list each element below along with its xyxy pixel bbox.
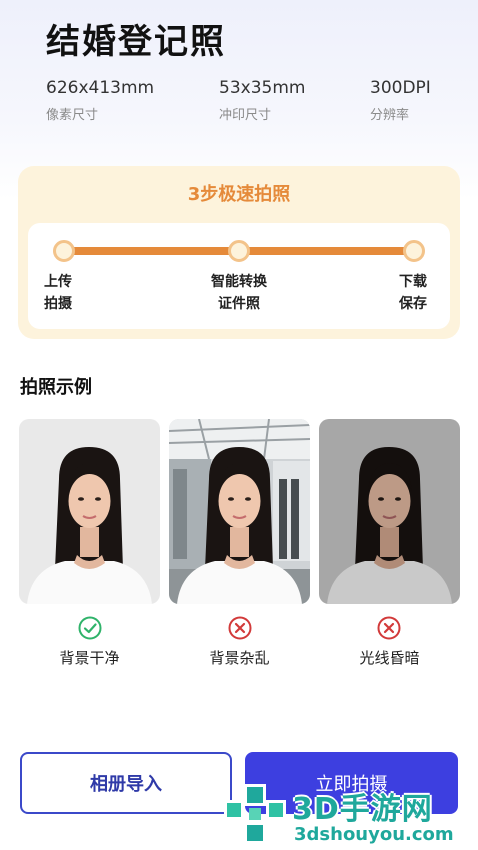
step-line: 保存 — [399, 296, 427, 312]
example-dim-lighting: 光线昏暗 — [319, 419, 460, 667]
page-title: 结婚登记照 — [46, 22, 226, 62]
spec-value: 626x413mm — [46, 78, 155, 98]
spec-list: 626x413mm 像素尺寸 53x35mm 冲印尺寸 300DPI 分辨率 — [46, 78, 446, 128]
step-label-upload: 上传 拍摄 — [44, 271, 72, 315]
step-label-convert: 智能转换 证件照 — [198, 271, 280, 315]
example-photo-dim — [319, 419, 460, 604]
step-line: 智能转换 — [211, 274, 267, 290]
step-line: 上传 — [44, 274, 72, 290]
example-clean-background: 背景干净 — [19, 419, 160, 667]
spec-print-size: 53x35mm 冲印尺寸 — [219, 78, 305, 123]
step-line: 拍摄 — [44, 296, 72, 312]
watermark-logo-icon — [224, 784, 286, 844]
step-line: 证件照 — [218, 296, 260, 312]
section-title-examples: 拍照示例 — [20, 377, 92, 398]
spec-label: 冲印尺寸 — [219, 108, 272, 123]
spec-value: 53x35mm — [219, 78, 306, 98]
step-label-download: 下载 保存 — [399, 271, 427, 315]
watermark-name: 3D手游网 — [292, 792, 433, 827]
example-photo-cluttered — [169, 419, 310, 604]
check-circle-icon — [78, 616, 102, 640]
steps-title: 3步极速拍照 — [187, 184, 291, 205]
steps-progress: 上传 拍摄 智能转换 证件照 下载 保存 — [28, 223, 450, 329]
example-cluttered-background: 背景杂乱 — [169, 419, 310, 667]
step-node-download — [403, 240, 425, 262]
example-label: 光线昏暗 — [359, 649, 420, 667]
spec-label: 像素尺寸 — [46, 108, 99, 123]
album-import-button[interactable]: 相册导入 — [20, 752, 232, 814]
spec-value: 300DPI — [370, 78, 431, 98]
spec-pixel-size: 626x413mm 像素尺寸 — [46, 78, 154, 123]
step-line: 下载 — [399, 274, 427, 290]
spec-label: 分辨率 — [370, 108, 410, 123]
steps-card: 3步极速拍照 上传 拍摄 智能转换 证件照 下载 保存 — [18, 166, 460, 339]
watermark: 3D手游网 3dshouyou.com — [222, 778, 478, 850]
example-label: 背景干净 — [59, 649, 120, 667]
step-node-upload — [53, 240, 75, 262]
cross-circle-icon — [228, 616, 252, 640]
cross-circle-icon — [377, 616, 401, 640]
example-label: 背景杂乱 — [209, 649, 270, 667]
example-photo-clean — [19, 419, 160, 604]
spec-resolution: 300DPI 分辨率 — [370, 78, 431, 123]
watermark-url: 3dshouyou.com — [294, 824, 454, 845]
step-node-convert — [228, 240, 250, 262]
